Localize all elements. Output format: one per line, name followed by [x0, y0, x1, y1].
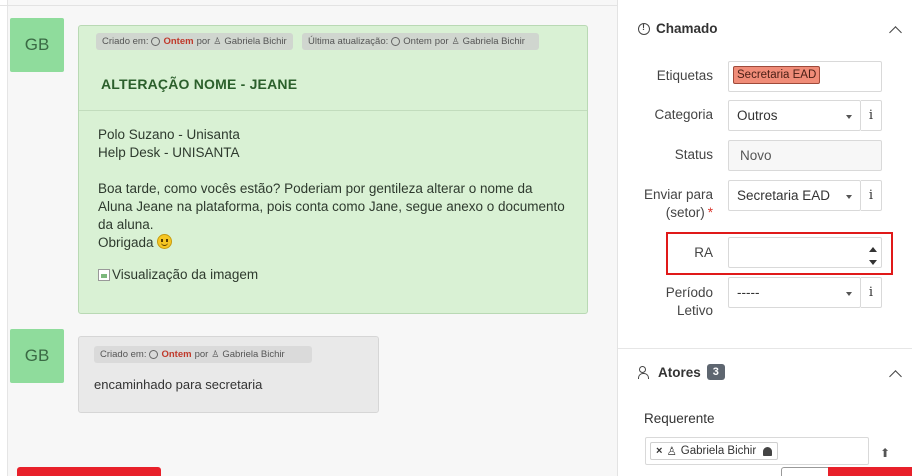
users-icon — [638, 366, 652, 379]
tag-secretaria-ead[interactable]: Secretaria EAD — [733, 66, 821, 84]
ticket-section-title: Chamado — [656, 21, 718, 36]
bell-icon[interactable] — [763, 446, 773, 456]
requester-field[interactable]: × ♙ Gabriela Bichir — [645, 437, 869, 465]
created-label: Criado em: — [102, 36, 149, 47]
user-icon: ♙ — [213, 36, 222, 46]
period-value: ----- — [737, 285, 760, 300]
caret-down-icon — [846, 195, 852, 199]
signoff-text: Obrigada — [98, 235, 154, 250]
category-select[interactable]: Outros — [728, 100, 861, 131]
author-name[interactable]: Gabriela Bichir — [224, 36, 286, 47]
ticket-properties-panel: Chamado Etiquetas Secretaria EAD Categor… — [617, 0, 912, 476]
user-icon: ♙ — [211, 349, 220, 359]
info-circle-icon — [638, 22, 650, 35]
secondary-button[interactable] — [781, 467, 829, 476]
image-alt-text: Visualização da imagem — [112, 267, 259, 282]
ticket-description-bubble: Criado em: Ontem por ♙ Gabriela Bichir Ú… — [78, 25, 588, 314]
section-divider — [618, 348, 912, 349]
content-line: Polo Suzano - Unisanta — [98, 127, 240, 142]
avatar: GB — [10, 329, 64, 383]
actors-section-header[interactable]: Atores 3 — [638, 364, 725, 380]
smiley-emoji-icon — [157, 234, 173, 249]
avatar: GB — [10, 18, 64, 72]
caret-down-icon — [846, 292, 852, 296]
assign-self-icon[interactable]: ⬆ — [880, 446, 890, 460]
period-info-button[interactable]: i — [861, 277, 882, 308]
tags-field[interactable]: Secretaria EAD — [728, 61, 882, 92]
created-meta-badge: Criado em: Ontem por ♙ Gabriela Bichir — [96, 33, 293, 50]
send-to-label-line2: (setor) — [665, 205, 705, 220]
content-line: Help Desk - UNISANTA — [98, 145, 240, 160]
chevron-up-icon[interactable] — [889, 26, 902, 39]
category-label: Categoria — [654, 107, 713, 122]
category-value: Outros — [737, 108, 778, 123]
chevron-up-icon[interactable] — [889, 370, 902, 383]
by-label: por — [194, 349, 209, 360]
bubble-divider — [79, 110, 587, 111]
status-value: Novo — [740, 148, 772, 163]
period-select[interactable]: ----- — [728, 277, 861, 308]
send-to-value: Secretaria EAD — [737, 188, 831, 203]
required-mark: * — [707, 205, 713, 220]
period-label-line1: Período — [665, 285, 713, 300]
top-divider — [0, 5, 617, 6]
status-field[interactable]: Novo — [728, 140, 882, 171]
actors-section-title: Atores — [658, 364, 701, 380]
ra-label: RA — [694, 245, 713, 260]
ticket-content: Polo Suzano - Unisanta Help Desk - UNISA… — [98, 126, 568, 286]
category-info-button[interactable]: i — [861, 100, 882, 131]
send-to-info-button[interactable]: i — [861, 180, 882, 211]
send-to-label: Enviar para (setor) * — [644, 186, 713, 222]
user-icon: ♙ — [666, 446, 677, 458]
user-icon: ♙ — [451, 36, 460, 46]
spinner-down-icon[interactable] — [869, 260, 877, 265]
by-label: por — [434, 36, 449, 47]
left-edge-strip — [0, 0, 8, 476]
updated-label: Última atualização: — [308, 36, 389, 47]
ticket-title: ALTERAÇÃO NOME - JEANE — [101, 76, 298, 92]
content-signoff: Obrigada — [98, 234, 568, 252]
ticket-section-header[interactable]: Chamado — [638, 21, 718, 36]
timeline-pane: GB Criado em: Ontem por ♙ Gabriela Bichi… — [0, 0, 617, 476]
clock-icon — [391, 37, 401, 46]
clock-icon — [149, 350, 159, 359]
spinner-up-icon[interactable] — [869, 247, 877, 252]
created-label: Criado em: — [100, 349, 147, 360]
updated-date: Ontem — [403, 36, 432, 47]
followup-text: encaminhado para secretaria — [94, 377, 263, 392]
updated-meta-badge: Última atualização: Ontem por ♙ Gabriela… — [302, 33, 539, 50]
requester-label: Requerente — [644, 411, 715, 426]
actors-count-badge: 3 — [706, 364, 725, 380]
attached-image-link[interactable]: Visualização da imagem — [98, 266, 258, 284]
requester-chip: × ♙ Gabriela Bichir — [650, 442, 779, 460]
send-to-label-line1: Enviar para — [643, 187, 713, 202]
primary-action-button[interactable] — [828, 467, 912, 476]
updated-author-name[interactable]: Gabriela Bichir — [463, 36, 525, 47]
period-label: Período Letivo — [666, 284, 713, 320]
author-name[interactable]: Gabriela Bichir — [222, 349, 284, 360]
followup-bubble: Criado em: Ontem por ♙ Gabriela Bichir e… — [78, 336, 379, 413]
created-date: Ontem — [161, 349, 192, 360]
period-label-line2: Letivo — [676, 303, 713, 318]
tags-label: Etiquetas — [656, 68, 713, 83]
created-date: Ontem — [163, 36, 194, 47]
delete-button[interactable] — [17, 467, 161, 476]
by-label: por — [196, 36, 211, 47]
caret-down-icon — [846, 115, 852, 119]
ra-input[interactable] — [728, 237, 882, 268]
broken-image-icon — [98, 269, 110, 281]
created-meta-badge: Criado em: Ontem por ♙ Gabriela Bichir — [94, 346, 312, 363]
content-message: Boa tarde, como vocês estão? Poderiam po… — [98, 181, 565, 232]
status-label: Status — [674, 147, 713, 162]
clock-icon — [151, 37, 161, 46]
remove-icon[interactable]: × — [656, 445, 662, 457]
requester-name[interactable]: Gabriela Bichir — [681, 445, 756, 457]
send-to-select[interactable]: Secretaria EAD — [728, 180, 861, 211]
